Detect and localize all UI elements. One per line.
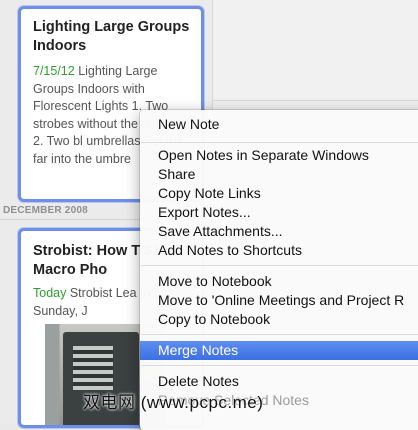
device-image	[63, 332, 139, 425]
menu-separator	[141, 365, 418, 366]
menu-item-add-to-shortcuts[interactable]: Add Notes to Shortcuts	[140, 241, 418, 260]
menu-item-move-to-online-meetings[interactable]: Move to 'Online Meetings and Project R	[140, 291, 418, 310]
note-date: 7/15/12	[33, 64, 75, 78]
section-header: DECEMBER 2008	[3, 205, 88, 216]
menu-item-new-note[interactable]: New Note	[140, 115, 418, 134]
menu-item-export-notes[interactable]: Export Notes...	[140, 203, 418, 222]
context-menu: New Note Open Notes in Separate Windows …	[140, 110, 418, 430]
menu-separator	[141, 334, 418, 335]
menu-item-copy-to-notebook[interactable]: Copy to Notebook	[140, 310, 418, 329]
menu-item-merge-notes[interactable]: Merge Notes	[140, 341, 418, 360]
watermark-text: 双电网 (www.pcpc.me)	[83, 393, 264, 412]
device-screen	[73, 346, 113, 390]
pane-divider	[212, 100, 418, 101]
menu-item-copy-note-links[interactable]: Copy Note Links	[140, 184, 418, 203]
menu-item-move-to-notebook[interactable]: Move to Notebook	[140, 272, 418, 291]
note-title: Lighting Large Groups Indoors	[33, 19, 190, 54]
menu-item-open-separate-windows[interactable]: Open Notes in Separate Windows	[140, 146, 418, 165]
menu-separator	[141, 142, 418, 143]
menu-item-share[interactable]: Share	[140, 165, 418, 184]
menu-separator	[141, 265, 418, 266]
note-date: Today	[33, 286, 67, 300]
menu-item-save-attachments[interactable]: Save Attachments...	[140, 222, 418, 241]
